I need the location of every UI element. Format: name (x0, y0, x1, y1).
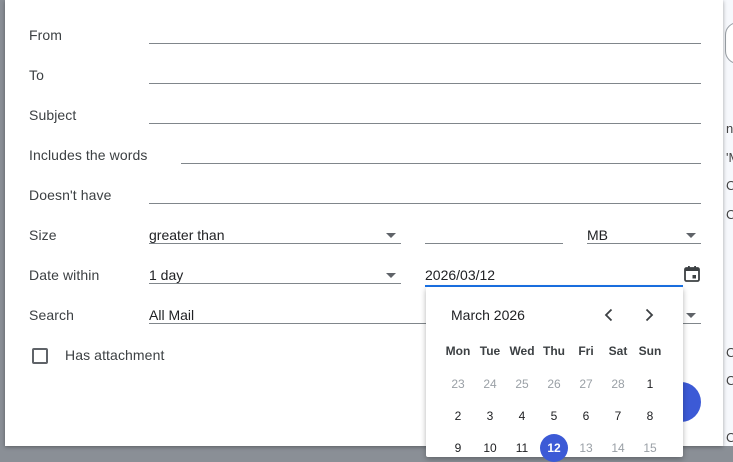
weekday-label: Thu (543, 344, 565, 358)
date-input[interactable]: 2026/03/12 (425, 267, 495, 283)
background-text: C (726, 373, 733, 388)
size-operator-value: greater than (149, 227, 225, 243)
calendar-day[interactable]: 26 (538, 377, 570, 391)
dropdown-caret-icon (686, 313, 696, 318)
size-label: Size (29, 227, 57, 243)
search-scope-label: Search (29, 307, 74, 323)
background-avatar (725, 22, 733, 64)
calendar-day[interactable]: 28 (602, 377, 634, 391)
calendar-day[interactable]: 14 (602, 441, 634, 455)
weekday-label: Fri (578, 344, 594, 358)
background-text: C (726, 207, 733, 222)
background-text: C (726, 178, 733, 193)
size-unit-underline (587, 243, 701, 244)
dropdown-caret-icon (386, 233, 396, 238)
size-value-input[interactable] (425, 243, 563, 244)
chevron-left-icon[interactable] (601, 307, 617, 323)
background-text: Cc (726, 345, 733, 360)
calendar-day[interactable]: 2 (442, 409, 474, 423)
calendar-day[interactable]: 15 (634, 441, 666, 455)
calendar-day[interactable]: 25 (506, 377, 538, 391)
selected-day-label: 12 (540, 434, 568, 462)
weekday-label: Mon (445, 344, 471, 358)
subject-input[interactable] (149, 123, 701, 124)
doesnt-have-input[interactable] (149, 203, 701, 204)
date-within-value: 1 day (149, 267, 184, 283)
calendar-day[interactable]: 8 (634, 409, 666, 423)
calendar-day[interactable]: 27 (570, 377, 602, 391)
calendar-day[interactable]: 9 (442, 441, 474, 455)
weekday-label: Sun (638, 344, 662, 358)
calendar-day[interactable]: 23 (442, 377, 474, 391)
calendar-day[interactable]: 24 (474, 377, 506, 391)
date-picker-popup: March 2026 Mon Tue Wed Thu Fri Sat Sun 2… (426, 287, 683, 462)
background-text: 'M (726, 150, 733, 165)
has-attachment-label: Has attachment (65, 347, 165, 363)
has-attachment-checkbox[interactable] (32, 348, 48, 364)
search-scope-value: All Mail (149, 307, 195, 323)
includes-words-label: Includes the words (29, 147, 148, 163)
calendar-day[interactable]: 3 (474, 409, 506, 423)
calendar-day[interactable]: 10 (474, 441, 506, 455)
calendar-month-title: March 2026 (451, 307, 525, 323)
to-label: To (29, 67, 44, 83)
subject-label: Subject (29, 107, 77, 123)
calendar-icon[interactable] (683, 265, 701, 283)
from-label: From (29, 27, 63, 43)
doesnt-have-label: Doesn't have (29, 187, 112, 203)
calendar-day[interactable]: 1 (634, 377, 666, 391)
weekday-label: Tue (479, 344, 501, 358)
calendar-day[interactable]: 7 (602, 409, 634, 423)
size-unit-value: MB (587, 227, 608, 243)
calendar-day[interactable]: 4 (506, 409, 538, 423)
weekday-label: Sat (608, 344, 628, 358)
date-within-label: Date within (29, 267, 100, 283)
dropdown-caret-icon (686, 233, 696, 238)
background-text: C (726, 430, 733, 445)
size-operator-underline (149, 243, 401, 244)
background-text: n (726, 121, 733, 136)
from-input[interactable] (149, 43, 701, 44)
calendar-day[interactable]: 6 (570, 409, 602, 423)
chevron-right-icon[interactable] (641, 307, 657, 323)
dropdown-caret-icon (386, 273, 396, 278)
calendar-day[interactable]: 11 (506, 441, 538, 455)
includes-words-input[interactable] (181, 163, 701, 164)
calendar-day[interactable]: 5 (538, 409, 570, 423)
to-input[interactable] (149, 83, 701, 84)
weekday-label: Wed (509, 344, 535, 358)
date-within-underline (149, 283, 401, 284)
calendar-day-selected[interactable]: 12 (538, 434, 570, 462)
calendar-day[interactable]: 13 (570, 441, 602, 455)
